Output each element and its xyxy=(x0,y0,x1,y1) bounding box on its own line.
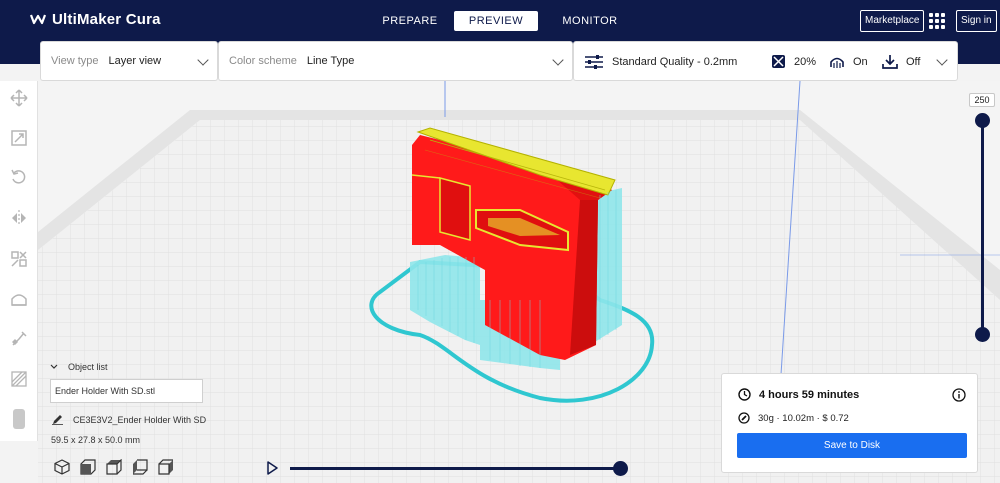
model-dimensions: 59.5 x 27.8 x 50.0 mm xyxy=(51,435,141,445)
pencil-icon xyxy=(52,415,63,425)
filament-icon[interactable] xyxy=(9,409,29,429)
mirror-icon[interactable] xyxy=(9,208,29,228)
job-name-text: CE3E3V2_Ender Holder With SD xyxy=(73,414,207,425)
color-scheme-value: Line Type xyxy=(306,55,355,67)
chevron-down-icon xyxy=(197,54,209,66)
top-view-icon[interactable] xyxy=(105,458,123,476)
adhesion-icon xyxy=(882,55,898,69)
infill-setting[interactable]: 20% xyxy=(771,54,816,69)
applications-grid-icon[interactable] xyxy=(929,13,945,29)
object-filename-field[interactable]: Ender Holder With SD.stl xyxy=(50,379,203,403)
view-type-value: Layer view xyxy=(108,55,162,67)
sliders-icon xyxy=(585,55,603,69)
layer-slider-lower-handle[interactable] xyxy=(975,327,990,342)
chevron-down-icon xyxy=(552,54,564,66)
per-model-settings-icon[interactable] xyxy=(9,249,29,269)
spool-icon xyxy=(738,412,750,424)
path-slider-track[interactable] xyxy=(290,467,620,470)
top-bar: UltiMaker Cura PREPARE PREVIEW MONITOR M… xyxy=(0,0,1000,44)
material-row: 30g · 10.02m · $ 0.72 xyxy=(738,412,849,424)
view-type-label: View type xyxy=(51,55,99,67)
infill-value: 20% xyxy=(794,55,817,68)
print-time: 4 hours 59 minutes xyxy=(759,388,860,401)
support-setting[interactable]: On xyxy=(829,54,868,69)
job-name[interactable]: CE3E3V2_Ender Holder With SD xyxy=(52,414,206,425)
profile-value: Standard Quality - 0.2mm xyxy=(612,56,738,68)
cura-logo-icon xyxy=(30,14,46,24)
layer-number-input[interactable]: 250 xyxy=(969,93,995,107)
color-scheme-dropdown[interactable]: Color scheme Line Type xyxy=(218,41,573,81)
play-icon[interactable] xyxy=(265,461,279,475)
camera-view-buttons xyxy=(53,458,175,476)
marketplace-button[interactable]: Marketplace xyxy=(860,10,925,32)
profile-setting[interactable]: Standard Quality - 0.2mm xyxy=(584,54,737,70)
tab-preview[interactable]: PREVIEW xyxy=(454,11,538,31)
rotate-icon[interactable] xyxy=(9,167,29,187)
paint-icon[interactable] xyxy=(9,329,29,349)
app-logo[interactable]: UltiMaker Cura xyxy=(30,11,161,28)
material-estimate: 30g · 10.02m · $ 0.72 xyxy=(758,412,849,424)
object-list-label: Object list xyxy=(68,362,108,372)
right-view-icon[interactable] xyxy=(157,458,175,476)
clock-icon xyxy=(738,388,751,401)
save-to-disk-button[interactable]: Save to Disk xyxy=(737,433,967,458)
path-slider-handle[interactable] xyxy=(613,461,628,476)
stage-tabs: PREPARE PREVIEW MONITOR xyxy=(368,11,632,31)
chevron-down-icon[interactable] xyxy=(936,54,948,66)
left-view-icon[interactable] xyxy=(131,458,149,476)
info-icon[interactable] xyxy=(952,388,966,402)
tab-monitor[interactable]: MONITOR xyxy=(548,11,632,31)
move-icon[interactable] xyxy=(9,88,29,108)
adhesion-setting[interactable]: Off xyxy=(882,54,920,70)
scale-icon[interactable] xyxy=(9,128,29,148)
app-title: UltiMaker Cura xyxy=(52,11,161,28)
color-scheme-label: Color scheme xyxy=(229,55,297,67)
adhesion-value: Off xyxy=(906,56,921,68)
support-value: On xyxy=(853,55,868,68)
front-view-icon[interactable] xyxy=(79,458,97,476)
3d-view-icon[interactable] xyxy=(53,458,71,476)
object-list-toggle[interactable]: Object list xyxy=(50,362,108,372)
layer-slider-track[interactable] xyxy=(981,120,984,335)
tab-prepare[interactable]: PREPARE xyxy=(368,11,452,31)
support-blocker-icon[interactable] xyxy=(9,289,29,309)
layer-slider-upper-handle[interactable] xyxy=(975,113,990,128)
tool-sidebar xyxy=(0,81,38,441)
sign-in-button[interactable]: Sign in xyxy=(956,10,997,32)
print-time-row: 4 hours 59 minutes xyxy=(738,388,859,401)
infill-icon xyxy=(772,55,785,68)
tree-support-icon[interactable] xyxy=(9,369,29,389)
support-icon xyxy=(830,57,844,68)
view-type-dropdown[interactable]: View type Layer view xyxy=(40,41,218,81)
chevron-down-icon xyxy=(50,364,58,369)
print-information-panel: 4 hours 59 minutes 30g · 10.02m · $ 0.72… xyxy=(721,373,978,473)
print-settings-panel[interactable]: Standard Quality - 0.2mm 20% On Off xyxy=(573,41,958,81)
